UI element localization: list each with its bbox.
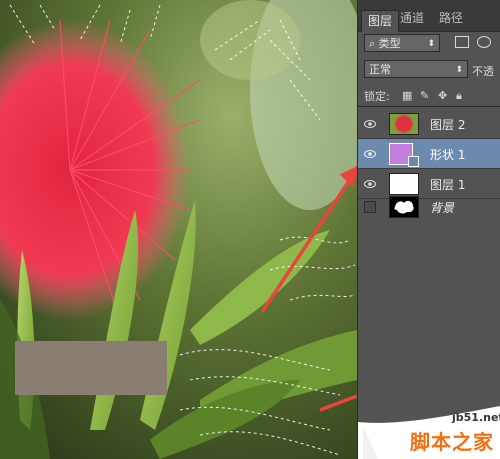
- panel-tabs: 图层 通道 路径: [358, 0, 500, 32]
- filter-kind-label: 类型: [378, 37, 401, 50]
- layer-filter-row: ⌕ 类型 ⬍: [358, 31, 500, 55]
- eye-icon[interactable]: [364, 148, 376, 160]
- eye-icon[interactable]: [364, 118, 376, 130]
- shape-link-icon: [408, 156, 419, 167]
- blend-mode-label: 正常: [369, 63, 391, 76]
- lock-position-icon[interactable]: ✥: [438, 90, 447, 101]
- layer-thumbnail: [389, 196, 419, 218]
- chevron-down-icon: ⬍: [427, 39, 435, 49]
- layer-row-shape-1[interactable]: 形状 1: [358, 139, 500, 169]
- lock-row: 锁定: ▦ ✎ ✥ 🔒︎: [358, 84, 500, 107]
- adjustment-filter-icon[interactable]: [477, 36, 491, 48]
- visibility-toggle[interactable]: [364, 201, 376, 213]
- lock-all-icon[interactable]: 🔒︎: [456, 90, 462, 101]
- watermark-url: jb51.net: [452, 411, 500, 424]
- gray-rectangle-shape: [15, 341, 167, 395]
- eye-icon[interactable]: [364, 178, 376, 190]
- blend-row: 正常 ⬍ 不透: [358, 57, 500, 81]
- tab-channels[interactable]: 通道: [394, 8, 430, 28]
- document-canvas[interactable]: [0, 0, 357, 459]
- search-icon: ⌕: [369, 37, 376, 50]
- layer-name: 图层 2: [430, 118, 466, 132]
- watermark-text: 脚本之家: [410, 430, 494, 454]
- chevron-down-icon: ⬍: [455, 65, 463, 75]
- lock-label: 锁定:: [364, 90, 390, 103]
- blend-mode-select[interactable]: 正常 ⬍: [364, 60, 468, 78]
- pixel-filter-icon[interactable]: [455, 36, 469, 48]
- layer-name: 图层 1: [430, 178, 466, 192]
- lock-transparency-icon[interactable]: ▦: [402, 90, 412, 101]
- layer-name: 背景: [430, 201, 455, 215]
- layer-row-layer-2[interactable]: 图层 2: [358, 109, 500, 139]
- layer-thumbnail: [389, 113, 419, 135]
- layer-name: 形状 1: [430, 148, 466, 162]
- tab-paths[interactable]: 路径: [433, 8, 469, 28]
- filter-kind-select[interactable]: ⌕ 类型 ⬍: [364, 34, 440, 52]
- lock-pixels-icon[interactable]: ✎: [420, 90, 429, 101]
- opacity-label: 不透: [472, 65, 494, 78]
